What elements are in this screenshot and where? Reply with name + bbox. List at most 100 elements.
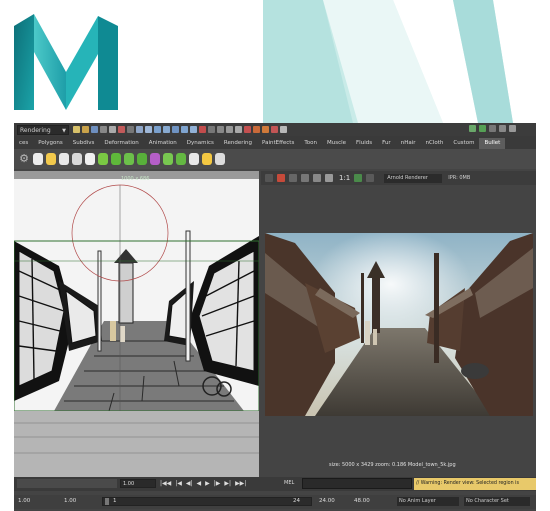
bullet-passive-rigid-body-icon[interactable]	[46, 153, 56, 165]
select-joints-icon[interactable]	[145, 126, 152, 133]
play-backwards-icon[interactable]: ◀	[197, 479, 202, 488]
select-surfaces-icon[interactable]	[163, 126, 170, 133]
perspective-viewport[interactable]: 1000 x 686	[14, 171, 259, 477]
shelf-tab-ncloth[interactable]: nCloth	[420, 138, 448, 149]
stop-render-icon[interactable]	[277, 174, 285, 182]
step-back-key-icon[interactable]: |◀	[175, 479, 182, 488]
new-scene-icon[interactable]	[73, 126, 80, 133]
current-frame-field[interactable]: 1.00	[120, 479, 156, 488]
menu-set-dropdown[interactable]: Rendering ▼	[17, 124, 69, 135]
shelf-tab-deformation[interactable]: Deformation	[99, 138, 143, 149]
warning-message: // Warning: Render view: Selected region…	[414, 478, 536, 490]
bullet-ragdoll-icon[interactable]	[85, 153, 95, 165]
bullet-solver-icon[interactable]	[202, 153, 212, 165]
channel-box-toggle-icon[interactable]	[499, 125, 506, 132]
bullet-point-icon[interactable]	[176, 153, 186, 165]
select-component-icon[interactable]	[118, 126, 125, 133]
bullet-6dof-icon[interactable]	[150, 153, 160, 165]
open-scene-icon[interactable]	[82, 126, 89, 133]
snap-view-plane-icon[interactable]	[235, 126, 242, 133]
range-slider-row: 1.00 1.00 1 24 24.00 48.00 No Anim Layer…	[14, 495, 536, 509]
playback-controls: |◀◀ |◀ ◀| ◀ ▶ |▶ ▶| ▶▶|	[160, 479, 246, 488]
ipr-memory-label: IPR: 0MB	[448, 175, 471, 181]
anim-layer-dropdown[interactable]: No Anim Layer	[397, 497, 459, 506]
playback-start-field[interactable]: 1.00	[64, 498, 76, 504]
go-to-end-icon[interactable]: ▶▶|	[235, 479, 246, 488]
save-scene-icon[interactable]	[91, 126, 98, 133]
select-deformations-icon[interactable]	[172, 126, 179, 133]
shelf-tab-fluids[interactable]: Fluids	[351, 138, 377, 149]
bullet-soft-body-icon[interactable]	[59, 153, 69, 165]
command-line-input[interactable]	[302, 478, 412, 489]
select-hierarchy-icon[interactable]	[100, 126, 107, 133]
bullet-slider-icon[interactable]	[124, 153, 134, 165]
shelf-tab-muscle[interactable]: Muscle	[322, 138, 351, 149]
shelf-tab-bullet[interactable]: Bullet	[479, 138, 506, 149]
shelf-tab-custom[interactable]: Custom	[448, 138, 479, 149]
select-handles-icon[interactable]	[136, 126, 143, 133]
snapshot-icon[interactable]	[301, 174, 309, 182]
time-slider[interactable]	[17, 479, 117, 488]
playback-end-field[interactable]: 24.00	[319, 498, 335, 504]
shelf-tab-ces[interactable]: ces	[14, 138, 33, 149]
hypershade-icon[interactable]	[280, 126, 287, 133]
bullet-help-icon[interactable]	[215, 153, 225, 165]
input-box-icon[interactable]	[469, 125, 476, 132]
shelf-tab-painteffects[interactable]: PaintEffects	[257, 138, 299, 149]
snap-point-icon[interactable]	[226, 126, 233, 133]
renderer-dropdown[interactable]: Arnold Renderer	[384, 173, 443, 183]
step-back-frame-icon[interactable]: ◀|	[186, 479, 193, 488]
zoom-ratio-button[interactable]: 1:1	[339, 174, 350, 182]
status-line-right-icons	[469, 125, 516, 132]
layer-editor-toggle-icon[interactable]	[509, 125, 516, 132]
bullet-cloth-icon[interactable]	[72, 153, 82, 165]
bullet-rigid-body-icon[interactable]	[33, 153, 43, 165]
history-icon[interactable]	[244, 126, 251, 133]
animation-end-field[interactable]: 48.00	[354, 498, 370, 504]
shelf-tab-subdivs[interactable]: Subdivs	[68, 138, 100, 149]
rendered-image	[265, 233, 533, 416]
select-dynamics-icon[interactable]	[181, 126, 188, 133]
tool-settings-toggle-icon[interactable]	[489, 125, 496, 132]
status-line: Rendering ▼	[14, 123, 536, 136]
render-frame-button-icon[interactable]	[265, 174, 273, 182]
select-misc-icon[interactable]	[199, 126, 206, 133]
play-forwards-icon[interactable]: ▶	[205, 479, 210, 488]
character-set-dropdown[interactable]: No Character Set	[464, 497, 530, 506]
bullet-select-icon[interactable]	[189, 153, 199, 165]
display-alpha-icon[interactable]	[325, 174, 333, 182]
attribute-editor-toggle-icon[interactable]	[479, 125, 486, 132]
select-rendering-icon[interactable]	[190, 126, 197, 133]
gear-icon[interactable]: ⚙	[18, 153, 30, 165]
bullet-hinge-icon[interactable]	[111, 153, 121, 165]
step-forward-frame-icon[interactable]: |▶	[214, 479, 221, 488]
shelf-tab-rendering[interactable]: Rendering	[219, 138, 257, 149]
region-render-icon[interactable]	[289, 174, 297, 182]
render-frame-icon[interactable]	[253, 126, 260, 133]
bullet-spring-icon[interactable]	[163, 153, 173, 165]
step-forward-key-icon[interactable]: ▶|	[224, 479, 231, 488]
go-to-start-icon[interactable]: |◀◀	[160, 479, 171, 488]
animation-start-field[interactable]: 1.00	[18, 498, 30, 504]
select-object-icon[interactable]	[109, 126, 116, 133]
bullet-constraint-icon[interactable]	[98, 153, 108, 165]
range-slider[interactable]: 1 24	[102, 497, 312, 506]
lock-selection-icon[interactable]	[127, 126, 134, 133]
range-slider-handle[interactable]	[105, 498, 109, 505]
shelf-tab-dynamics[interactable]: Dynamics	[182, 138, 219, 149]
shelf-tab-toon[interactable]: Toon	[299, 138, 322, 149]
bullet-cone-twist-icon[interactable]	[137, 153, 147, 165]
select-curves-icon[interactable]	[154, 126, 161, 133]
remove-image-icon[interactable]	[366, 174, 375, 182]
shelf-tab-nhair[interactable]: nHair	[396, 138, 421, 149]
snap-curve-icon[interactable]	[217, 126, 224, 133]
keep-image-icon[interactable]	[354, 174, 363, 182]
shelf-tab-animation[interactable]: Animation	[144, 138, 182, 149]
render-settings-icon[interactable]	[271, 126, 278, 133]
maya-logo-icon	[14, 14, 118, 110]
shelf-tab-polygons[interactable]: Polygons	[33, 138, 67, 149]
ipr-render-icon[interactable]	[262, 126, 269, 133]
shelf-tab-fur[interactable]: Fur	[377, 138, 396, 149]
display-rgb-icon[interactable]	[313, 174, 321, 182]
snap-grid-icon[interactable]	[208, 126, 215, 133]
